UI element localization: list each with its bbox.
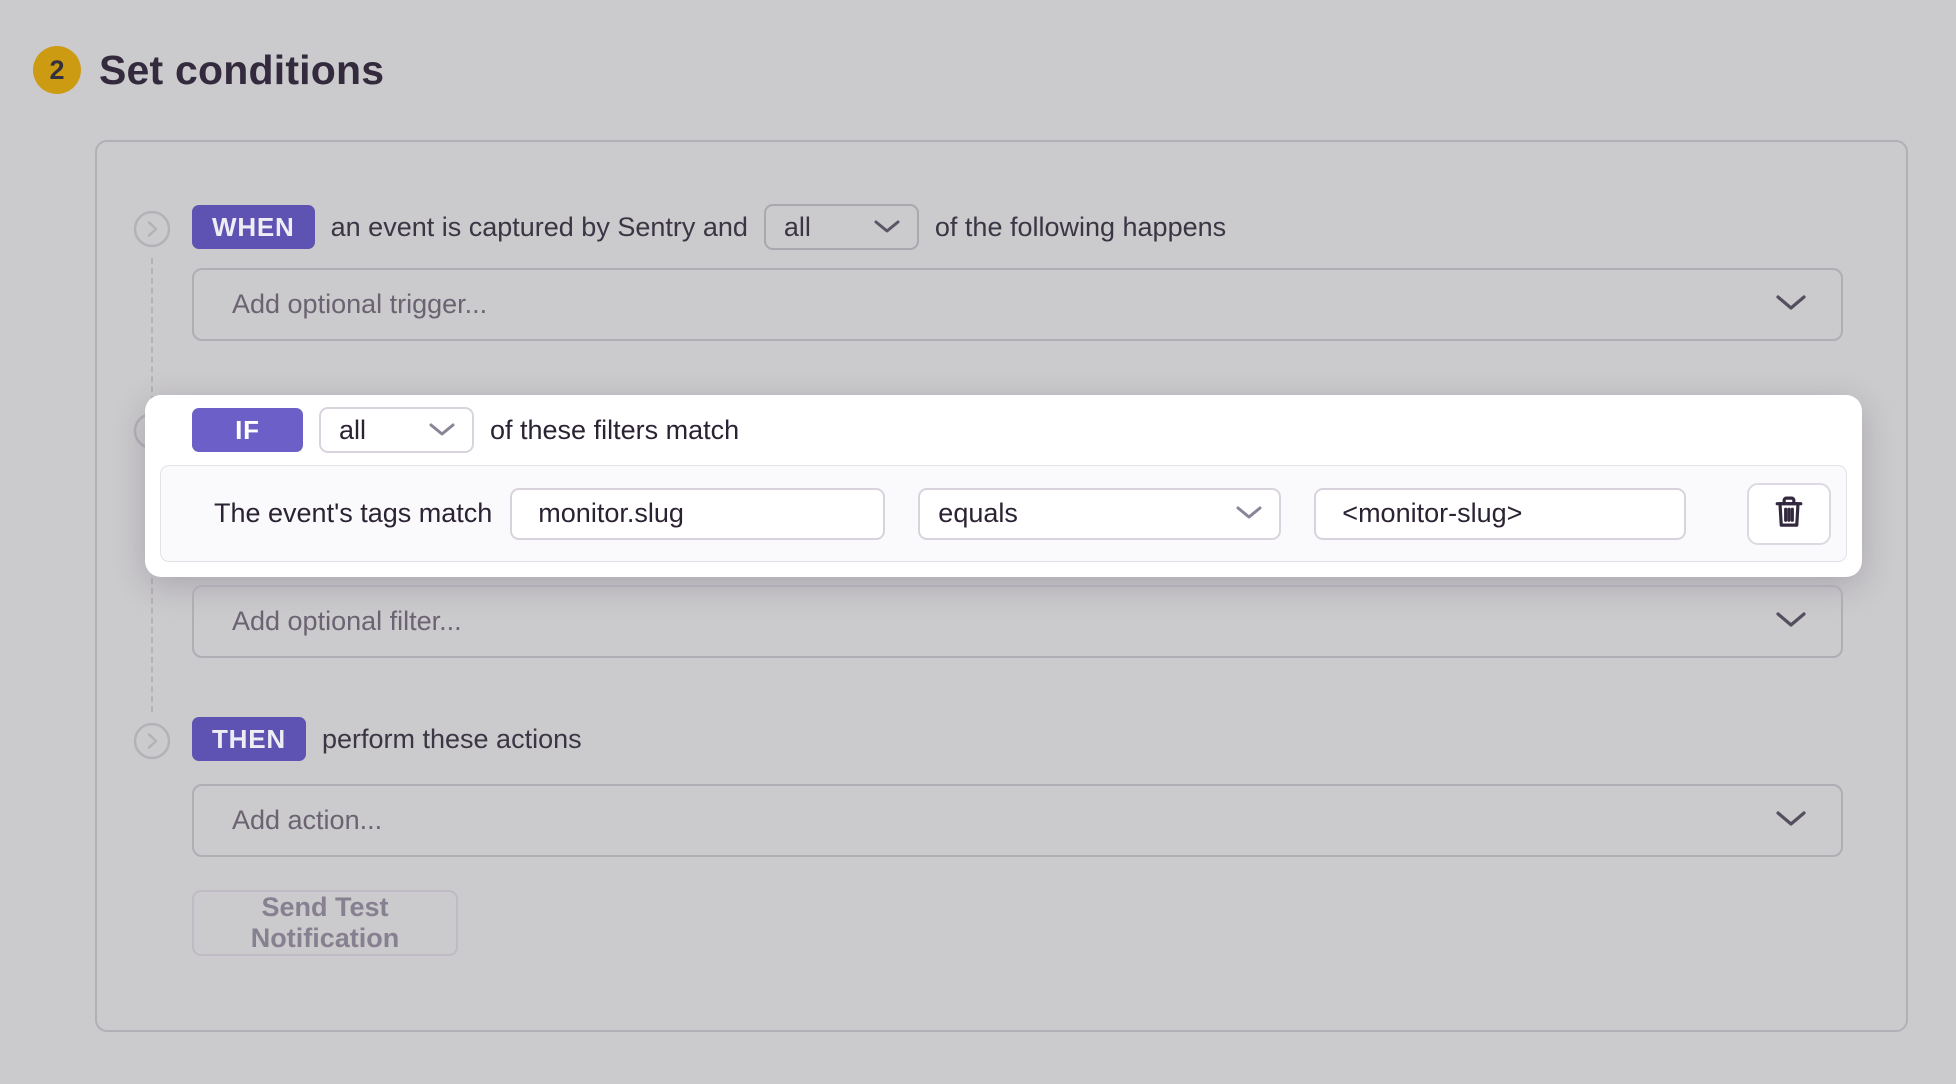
page-title: Set conditions [99, 44, 384, 96]
send-test-notification-label: Send Test Notification [200, 892, 450, 954]
add-action-placeholder: Add action... [232, 805, 382, 836]
add-optional-trigger-placeholder: Add optional trigger... [232, 289, 487, 320]
connector-line [151, 258, 153, 402]
match-type-select-value: equals [938, 498, 1018, 529]
filter-condition-label: The event's tags match [214, 498, 492, 529]
tag-key-input[interactable] [510, 488, 885, 540]
step-number: 2 [49, 55, 64, 86]
when-text-before: an event is captured by Sentry and [331, 212, 748, 243]
chevron-down-icon [1775, 289, 1807, 320]
trash-icon [1772, 494, 1806, 533]
if-filter-card: IF all of these filters match The event'… [145, 395, 1862, 577]
chevron-down-icon [873, 212, 901, 243]
add-optional-filter-placeholder: Add optional filter... [232, 606, 462, 637]
when-text-after: of the following happens [935, 212, 1226, 243]
tag-value-input[interactable] [1314, 488, 1686, 540]
chevron-down-icon [428, 415, 456, 446]
match-type-select[interactable]: equals [918, 488, 1281, 540]
add-optional-filter-dropdown[interactable]: Add optional filter... [192, 585, 1843, 658]
filter-condition-row: The event's tags match equals [160, 465, 1847, 562]
if-text-after: of these filters match [490, 415, 739, 446]
when-badge: WHEN [192, 205, 315, 249]
chevron-down-icon [1235, 498, 1263, 529]
chevron-down-icon [1775, 805, 1807, 836]
chevron-down-icon [1775, 606, 1807, 637]
delete-filter-button[interactable] [1747, 483, 1831, 545]
when-row: WHEN an event is captured by Sentry and … [192, 204, 1226, 250]
then-text-after: perform these actions [322, 724, 582, 755]
if-badge: IF [192, 408, 303, 452]
then-step-chevron-circle-icon [133, 722, 171, 760]
step-number-badge: 2 [33, 46, 81, 94]
if-match-select-value: all [339, 415, 366, 446]
add-optional-trigger-dropdown[interactable]: Add optional trigger... [192, 268, 1843, 341]
alert-rule-conditions-page: 2 Set conditions WHEN an event is captur… [0, 0, 1956, 1084]
add-action-dropdown[interactable]: Add action... [192, 784, 1843, 857]
then-row: THEN perform these actions [192, 716, 582, 762]
then-badge: THEN [192, 717, 306, 761]
when-step-chevron-circle-icon [133, 210, 171, 248]
send-test-notification-button[interactable]: Send Test Notification [192, 890, 458, 956]
if-match-select[interactable]: all [319, 407, 474, 453]
when-match-select-value: all [784, 212, 811, 243]
if-row: IF all of these filters match [192, 407, 739, 453]
when-match-select[interactable]: all [764, 204, 919, 250]
